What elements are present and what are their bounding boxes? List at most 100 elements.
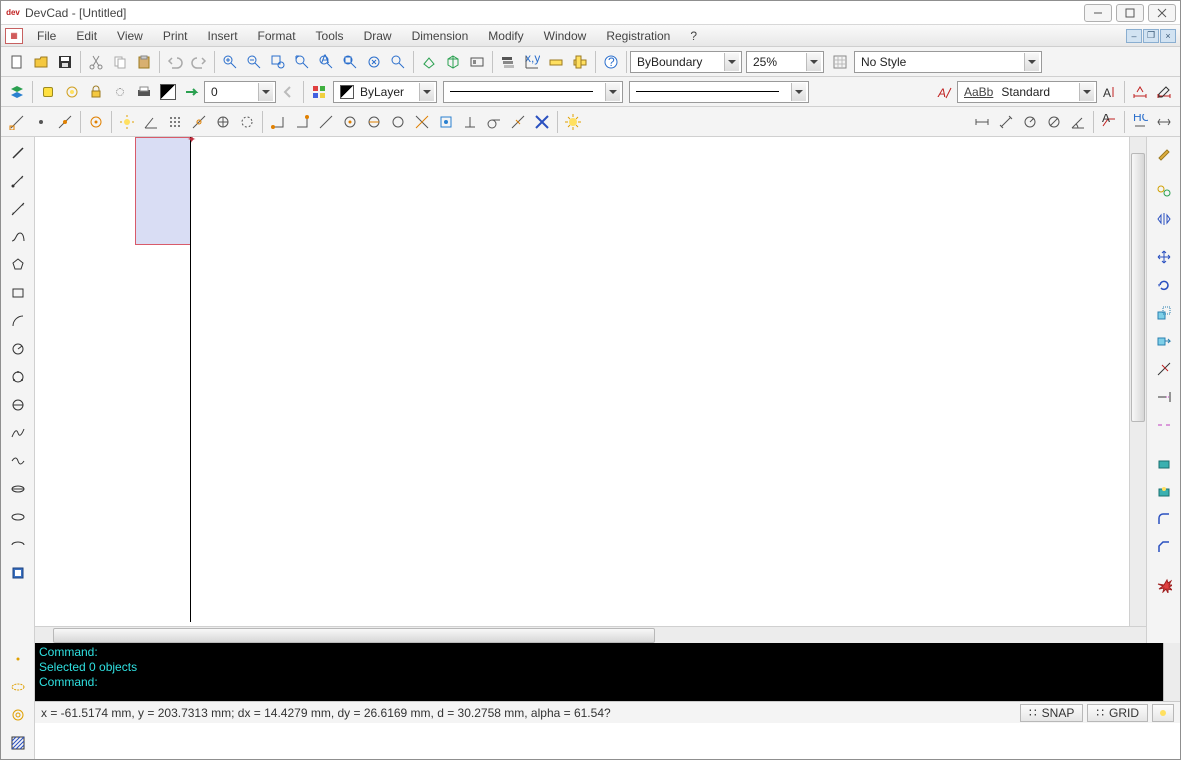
zoom-all-button[interactable] bbox=[338, 50, 362, 74]
mdi-close-button[interactable]: × bbox=[1160, 29, 1176, 43]
line-tool[interactable] bbox=[6, 141, 30, 165]
3d-view-button[interactable] bbox=[441, 50, 465, 74]
dim-aligned-button[interactable] bbox=[994, 110, 1018, 134]
rectangle-tool[interactable] bbox=[6, 281, 30, 305]
style-combo[interactable]: No Style bbox=[854, 51, 1042, 73]
menu-draw[interactable]: Draw bbox=[354, 27, 402, 45]
copy-button[interactable] bbox=[108, 50, 132, 74]
xline-tool[interactable] bbox=[6, 197, 30, 221]
bulb-icon[interactable] bbox=[36, 80, 60, 104]
select-similar-tool[interactable] bbox=[1152, 179, 1176, 203]
console-scrollbar[interactable] bbox=[1163, 643, 1180, 701]
help-button[interactable]: ? bbox=[599, 50, 623, 74]
snap-point-button[interactable] bbox=[29, 110, 53, 134]
grid-toggle[interactable]: ∷GRID bbox=[1087, 704, 1148, 722]
zoom-in-button[interactable] bbox=[218, 50, 242, 74]
snap-mid-button[interactable] bbox=[187, 110, 211, 134]
undo-button[interactable] bbox=[163, 50, 187, 74]
mdi-minimize-button[interactable]: – bbox=[1126, 29, 1142, 43]
brush-tool[interactable] bbox=[1152, 141, 1176, 165]
chamfer-line-tool[interactable] bbox=[1152, 535, 1176, 559]
arc-tool[interactable] bbox=[6, 309, 30, 333]
point-tool[interactable] bbox=[6, 647, 30, 671]
sun-new-button[interactable] bbox=[115, 110, 139, 134]
snap-half-button[interactable] bbox=[362, 110, 386, 134]
break-tool[interactable] bbox=[1152, 413, 1176, 437]
pan-button[interactable] bbox=[386, 50, 410, 74]
menu-print[interactable]: Print bbox=[153, 27, 198, 45]
text-height-button[interactable]: A bbox=[1097, 80, 1121, 104]
poly-end-button[interactable] bbox=[290, 110, 314, 134]
plot-icon[interactable] bbox=[132, 80, 156, 104]
layer-color-icon[interactable] bbox=[108, 80, 132, 104]
rotate-tool[interactable] bbox=[1152, 273, 1176, 297]
menu-window[interactable]: Window bbox=[534, 27, 597, 45]
boundary-combo[interactable]: ByBoundary bbox=[630, 51, 742, 73]
command-console[interactable]: Command: Selected 0 objects Command: bbox=[35, 643, 1163, 701]
dim-linear-button[interactable] bbox=[970, 110, 994, 134]
dim-radius-button[interactable] bbox=[1018, 110, 1042, 134]
stretch-tool[interactable] bbox=[1152, 329, 1176, 353]
zoom-realtime-button[interactable] bbox=[362, 50, 386, 74]
zoom-previous-button[interactable]: A bbox=[314, 50, 338, 74]
snap-toggle[interactable]: ∷SNAP bbox=[1020, 704, 1083, 722]
horizontal-scrollbar[interactable] bbox=[35, 626, 1146, 643]
snap-circle2-button[interactable] bbox=[386, 110, 410, 134]
polygon-tool[interactable] bbox=[6, 253, 30, 277]
layers-stack-button[interactable] bbox=[5, 80, 29, 104]
freeze-icon[interactable] bbox=[60, 80, 84, 104]
chamfer-tool[interactable] bbox=[1152, 479, 1176, 503]
scale-tool[interactable] bbox=[1152, 301, 1176, 325]
snap-int-button[interactable] bbox=[410, 110, 434, 134]
zoom-out-button[interactable] bbox=[242, 50, 266, 74]
save-button[interactable] bbox=[53, 50, 77, 74]
trim-tool[interactable] bbox=[1152, 357, 1176, 381]
mirror-tool[interactable] bbox=[1152, 207, 1176, 231]
coord-button[interactable]: x,y bbox=[520, 50, 544, 74]
snap-circle-button[interactable] bbox=[338, 110, 362, 134]
explode-tool[interactable] bbox=[1152, 573, 1176, 597]
snap-tangent-button[interactable] bbox=[482, 110, 506, 134]
color-bylayer-combo[interactable]: ByLayer bbox=[333, 81, 437, 103]
menu-modify[interactable]: Modify bbox=[478, 27, 533, 45]
circle-center-tool[interactable] bbox=[6, 337, 30, 361]
drawing-canvas[interactable]: ✦ bbox=[35, 137, 1129, 626]
hatch-tool[interactable] bbox=[6, 731, 30, 755]
menu-help[interactable]: ? bbox=[680, 27, 707, 45]
ellipse-tool[interactable] bbox=[6, 505, 30, 529]
dim-angular-button[interactable] bbox=[1066, 110, 1090, 134]
snap-quadrant-button[interactable] bbox=[235, 110, 259, 134]
paste-button[interactable] bbox=[132, 50, 156, 74]
menu-format[interactable]: Format bbox=[248, 27, 306, 45]
menu-dimension[interactable]: Dimension bbox=[402, 27, 479, 45]
fillet-tool[interactable] bbox=[1152, 451, 1176, 475]
ellipse-arc-tool[interactable] bbox=[6, 533, 30, 557]
ray-tool[interactable] bbox=[6, 169, 30, 193]
snap-endpoint-button[interactable] bbox=[5, 110, 29, 134]
dim-edit-button[interactable] bbox=[1152, 80, 1176, 104]
back-arrow-button[interactable] bbox=[276, 80, 300, 104]
angle-button[interactable] bbox=[139, 110, 163, 134]
zoom-extents-button[interactable] bbox=[290, 50, 314, 74]
ruler1-button[interactable] bbox=[544, 50, 568, 74]
ellipse-axis-tool[interactable] bbox=[6, 477, 30, 501]
menu-insert[interactable]: Insert bbox=[198, 27, 248, 45]
hatch-style-button[interactable] bbox=[828, 50, 852, 74]
snap-tan-button[interactable] bbox=[314, 110, 338, 134]
maximize-button[interactable] bbox=[1116, 4, 1144, 22]
snap-near-button[interactable] bbox=[84, 110, 108, 134]
spline2-tool[interactable] bbox=[6, 449, 30, 473]
dim-leader-button[interactable]: A bbox=[1097, 110, 1121, 134]
close-button[interactable] bbox=[1148, 4, 1176, 22]
move-tool[interactable] bbox=[1152, 245, 1176, 269]
zoom-combo[interactable]: 25% bbox=[746, 51, 824, 73]
donut-tool[interactable] bbox=[6, 703, 30, 727]
insert-block-tool[interactable] bbox=[6, 561, 30, 585]
dim-diameter-button[interactable] bbox=[1042, 110, 1066, 134]
snap-nearest-button[interactable] bbox=[506, 110, 530, 134]
menu-tools[interactable]: Tools bbox=[306, 27, 354, 45]
dim-home-button[interactable]: HOME bbox=[1128, 110, 1152, 134]
circle-3p-tool[interactable] bbox=[6, 365, 30, 389]
mdi-document-icon[interactable]: ▦ bbox=[5, 28, 23, 44]
dim-oblique-button[interactable] bbox=[1152, 110, 1176, 134]
